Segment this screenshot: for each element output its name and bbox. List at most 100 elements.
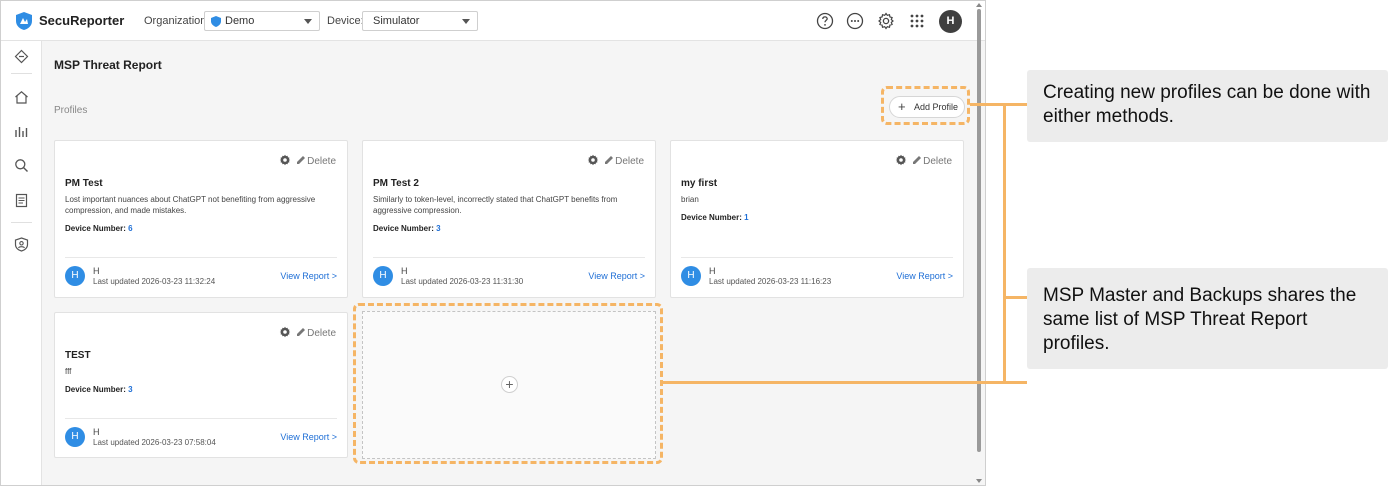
top-bar: SecuReporter Organization: Demo Device: … (1, 1, 985, 41)
profiles-section-label: Profiles (54, 105, 88, 116)
settings-icon[interactable] (587, 154, 599, 166)
device-select[interactable]: Simulator (362, 11, 478, 31)
scrollbar-thumb[interactable] (977, 9, 981, 452)
chevron-down-icon (304, 19, 312, 24)
brand-logo-icon (16, 12, 32, 30)
view-report-link[interactable]: View Report > (280, 271, 337, 281)
brand-name: SecuReporter (39, 13, 125, 28)
profile-card: Delete TEST fff Device Number: 3 H H Las… (54, 312, 348, 458)
profile-name: TEST (65, 350, 91, 361)
organization-select[interactable]: Demo (204, 11, 320, 31)
apps-grid-icon[interactable] (908, 12, 926, 30)
device-value: Simulator (373, 15, 420, 27)
edit-icon (913, 156, 922, 164)
device-number-label: Device Number: (65, 224, 126, 233)
settings-icon[interactable] (877, 12, 895, 30)
last-updated: Last updated 2026-03-23 07:58:04 (93, 438, 216, 447)
profile-description: Similarly to token-level, incorrectly st… (373, 195, 618, 215)
connector-line (1003, 103, 1006, 384)
settings-icon[interactable] (279, 326, 291, 338)
card-divider (373, 257, 645, 258)
profile-description: Lost important nuances about ChatGPT not… (65, 195, 316, 215)
owner-avatar: H (65, 427, 85, 447)
callout-shared-profiles: MSP Master and Backups shares the same l… (1027, 268, 1388, 369)
device-number: Device Number: 1 (681, 213, 749, 222)
profile-description: fff (65, 367, 72, 376)
sidebar-divider (11, 222, 32, 223)
owner-name: H (93, 427, 100, 437)
settings-icon[interactable] (279, 154, 291, 166)
owner-avatar: H (373, 266, 393, 286)
shield-user-icon[interactable] (14, 237, 29, 252)
sidebar (1, 41, 42, 485)
card-divider (65, 418, 337, 419)
report-icon[interactable] (14, 193, 29, 208)
device-number-value: 1 (744, 213, 749, 222)
delete-button[interactable]: Delete (912, 155, 952, 167)
scroll-up-arrow-icon[interactable] (976, 3, 982, 7)
screenshot-stage: SecuReporter Organization: Demo Device: … (0, 0, 1388, 486)
profile-card: Delete my first brian Device Number: 1 H… (670, 140, 964, 298)
page-title: MSP Threat Report (54, 58, 162, 72)
delete-label: Delete (923, 156, 952, 167)
device-number-value: 6 (128, 224, 133, 233)
help-icon[interactable] (816, 12, 834, 30)
sidebar-divider (11, 73, 32, 74)
edit-icon (297, 328, 306, 336)
owner-avatar: H (65, 266, 85, 286)
delete-button[interactable]: Delete (296, 327, 336, 339)
edit-icon (297, 156, 306, 164)
delete-label: Delete (615, 156, 644, 167)
device-number-label: Device Number: (681, 213, 742, 222)
callout-new-profiles: Creating new profiles can be done with e… (1027, 70, 1388, 142)
delete-button[interactable]: Delete (296, 155, 336, 167)
profile-card: Delete PM Test 2 Similarly to token-leve… (362, 140, 656, 298)
card-divider (681, 257, 953, 258)
search-icon[interactable] (14, 158, 29, 173)
device-number: Device Number: 6 (65, 224, 133, 233)
organization-label: Organization: (144, 15, 210, 27)
last-updated: Last updated 2026-03-23 11:32:24 (93, 277, 216, 286)
collapse-icon[interactable] (14, 49, 29, 64)
device-number: Device Number: 3 (65, 385, 133, 394)
profile-name: PM Test (65, 178, 103, 189)
last-updated: Last updated 2026-03-23 11:31:30 (401, 277, 524, 286)
chart-icon[interactable] (14, 124, 29, 139)
scroll-down-arrow-icon[interactable] (976, 479, 982, 483)
empty-card-highlight (353, 303, 663, 464)
view-report-link[interactable]: View Report > (588, 271, 645, 281)
owner-name: H (401, 266, 408, 276)
more-icon[interactable] (846, 12, 864, 30)
profile-name: PM Test 2 (373, 178, 419, 189)
owner-name: H (709, 266, 716, 276)
organization-value: Demo (225, 15, 255, 27)
card-divider (65, 257, 337, 258)
view-report-link[interactable]: View Report > (896, 271, 953, 281)
home-icon[interactable] (14, 90, 29, 105)
settings-icon[interactable] (895, 154, 907, 166)
view-report-link[interactable]: View Report > (280, 432, 337, 442)
device-label: Device: (327, 15, 364, 27)
edit-icon (605, 156, 614, 164)
device-number-label: Device Number: (65, 385, 126, 394)
organization-shield-icon (211, 16, 221, 27)
vertical-scrollbar[interactable] (976, 3, 982, 483)
device-number-value: 3 (128, 385, 133, 394)
delete-label: Delete (307, 328, 336, 339)
connector-line (1003, 296, 1027, 299)
owner-avatar: H (681, 266, 701, 286)
callout-text: MSP Master and Backups shares the same l… (1043, 285, 1357, 354)
profile-name: my first (681, 178, 718, 189)
user-avatar[interactable]: H (939, 10, 962, 33)
connector-line (970, 103, 1027, 106)
callout-text: Creating new profiles can be done with e… (1043, 82, 1371, 127)
device-number: Device Number: 3 (373, 224, 441, 233)
delete-button[interactable]: Delete (604, 155, 644, 167)
last-updated: Last updated 2026-03-23 11:16:23 (709, 277, 832, 286)
profile-card: Delete PM Test Lost important nuances ab… (54, 140, 348, 298)
device-number-value: 3 (436, 224, 441, 233)
add-button-highlight (881, 86, 970, 125)
chevron-down-icon (462, 19, 470, 24)
device-number-label: Device Number: (373, 224, 434, 233)
connector-line (663, 381, 1027, 384)
